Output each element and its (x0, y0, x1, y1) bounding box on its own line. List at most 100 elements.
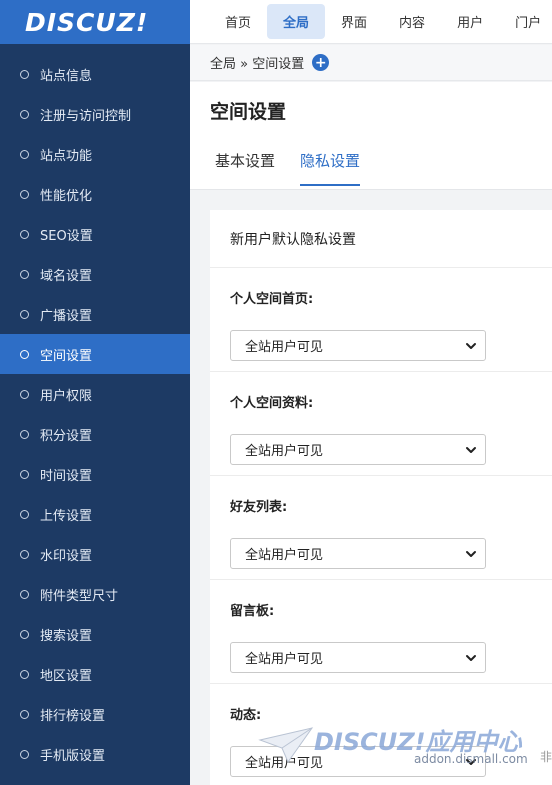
circle-bullet-icon (20, 549, 29, 559)
circle-bullet-icon (20, 269, 29, 279)
logo[interactable]: DISCUZ! (0, 0, 190, 44)
circle-bullet-icon (20, 349, 29, 359)
field-list: 个人空间首页: 全站用户可见 个人空间资料: 全站用户可见 好友列表: 全站用户可见 留言板… (210, 268, 552, 785)
top-nav-item[interactable]: 用户 (441, 4, 499, 39)
sidebar-item[interactable]: 域名设置 (0, 254, 190, 294)
top-nav-item[interactable]: 门户 (499, 4, 552, 39)
sidebar-item-label: 空间设置 (40, 348, 93, 364)
top-nav-item[interactable]: 首页 (209, 4, 267, 39)
sidebar-item-label: 站点信息 (40, 68, 93, 84)
visibility-select[interactable]: 全站用户可见 (230, 642, 486, 673)
circle-bullet-icon (20, 309, 29, 319)
chevron-down-icon (466, 343, 476, 349)
privacy-field: 好友列表: 全站用户可见 (210, 476, 552, 580)
sidebar-item[interactable]: 广播设置 (0, 294, 190, 334)
circle-bullet-icon (20, 189, 29, 199)
sidebar-item-label: 上传设置 (40, 508, 93, 524)
circle-bullet-icon (20, 709, 29, 719)
breadcrumb-text: 全局 » 空间设置 (210, 57, 305, 72)
breadcrumb: 全局 » 空间设置 + (190, 45, 552, 81)
sidebar-item[interactable]: 空间设置 (0, 334, 190, 374)
circle-bullet-icon (20, 429, 29, 439)
sidebar-item-label: 广播设置 (40, 308, 93, 324)
top-nav: 首页 全局 界面 内容 用户 门户 (190, 0, 552, 44)
field-label: 个人空间首页: (230, 292, 314, 307)
sidebar-item[interactable]: 性能优化 (0, 174, 190, 214)
sidebar-item[interactable]: 水印设置 (0, 534, 190, 574)
sidebar-item[interactable]: 手机版设置 (0, 734, 190, 774)
circle-bullet-icon (20, 149, 29, 159)
circle-bullet-icon (20, 629, 29, 639)
sidebar-item-label: 排行榜设置 (40, 708, 106, 724)
sidebar-item[interactable]: 时间设置 (0, 454, 190, 494)
page-header: 空间设置 基本设置 隐私设置 (190, 82, 552, 190)
sidebar-item-label: 搜索设置 (40, 628, 93, 644)
sidebar-item[interactable]: 附件类型尺寸 (0, 574, 190, 614)
sidebar-item[interactable]: 注册与访问控制 (0, 94, 190, 134)
privacy-field: 动态: 全站用户可见 (210, 684, 552, 785)
select-value: 全站用户可见 (245, 444, 324, 459)
circle-bullet-icon (20, 589, 29, 599)
sidebar-item[interactable]: 上传设置 (0, 494, 190, 534)
sidebar-item[interactable]: 用户权限 (0, 374, 190, 414)
plus-circle-icon[interactable]: + (312, 54, 330, 71)
sidebar-item-label: 积分设置 (40, 428, 93, 444)
select-value: 全站用户可见 (245, 340, 324, 355)
tab-bar: 基本设置 隐私设置 (215, 150, 385, 186)
select-value: 全站用户可见 (245, 652, 324, 667)
top-nav-item[interactable]: 内容 (383, 4, 441, 39)
sidebar-item-label: 地区设置 (40, 668, 93, 684)
sidebar-item-label: 用户权限 (40, 388, 93, 404)
field-label: 动态: (230, 708, 262, 723)
circle-bullet-icon (20, 229, 29, 239)
visibility-select[interactable]: 全站用户可见 (230, 330, 486, 361)
sidebar-item[interactable]: 地区设置 (0, 654, 190, 694)
sidebar-item[interactable]: 搜索设置 (0, 614, 190, 654)
sidebar-item-label: 水印设置 (40, 548, 93, 564)
visibility-select[interactable]: 全站用户可见 (230, 538, 486, 569)
sidebar-item-label: 站点功能 (40, 148, 93, 164)
sidebar-item-label: 域名设置 (40, 268, 93, 284)
top-nav-item[interactable]: 界面 (325, 4, 383, 39)
circle-bullet-icon (20, 749, 29, 759)
settings-panel: 新用户默认隐私设置 个人空间首页: 全站用户可见 个人空间资料: 全站用户可见 好友列表… (210, 210, 552, 785)
sidebar-item[interactable]: SEO设置 (0, 214, 190, 254)
page-title: 空间设置 (210, 101, 287, 123)
privacy-field: 留言板: 全站用户可见 (210, 580, 552, 684)
sidebar-item-label: 附件类型尺寸 (40, 588, 119, 604)
field-label: 好友列表: (230, 500, 288, 515)
logo-text: DISCUZ! (25, 7, 149, 37)
privacy-field: 个人空间资料: 全站用户可见 (210, 372, 552, 476)
field-label: 个人空间资料: (230, 396, 314, 411)
circle-bullet-icon (20, 109, 29, 119)
sidebar-item[interactable]: 排行榜设置 (0, 694, 190, 734)
sidebar-item[interactable]: 站点信息 (0, 54, 190, 94)
sidebar-item-label: 注册与访问控制 (40, 108, 132, 124)
sidebar-item-label: SEO设置 (40, 228, 93, 244)
sidebar-item-label: 手机版设置 (40, 748, 106, 764)
sidebar-item[interactable]: 站点功能 (0, 134, 190, 174)
sidebar-item[interactable]: 积分设置 (0, 414, 190, 454)
chevron-down-icon (466, 759, 476, 765)
select-value: 全站用户可见 (245, 548, 324, 563)
circle-bullet-icon (20, 669, 29, 679)
tab[interactable]: 基本设置 (215, 150, 275, 186)
circle-bullet-icon (20, 69, 29, 79)
top-nav-item[interactable]: 全局 (267, 4, 326, 39)
sidebar-item-label: 时间设置 (40, 468, 93, 484)
circle-bullet-icon (20, 509, 29, 519)
chevron-down-icon (466, 447, 476, 453)
privacy-field: 个人空间首页: 全站用户可见 (210, 268, 552, 372)
visibility-select[interactable]: 全站用户可见 (230, 434, 486, 465)
sidebar-menu: 站点信息注册与访问控制 站点功能性能优化 SEO设置域名设置广播设置空间设置用户权限… (0, 44, 190, 774)
chevron-down-icon (466, 551, 476, 557)
visibility-select[interactable]: 全站用户可见 (230, 746, 486, 777)
sidebar: DISCUZ! 站点信息注册与访问控制 站点功能性能优化 SEO设置域名设置广播设置… (0, 0, 190, 785)
select-value: 全站用户可见 (245, 756, 324, 771)
circle-bullet-icon (20, 389, 29, 399)
field-label: 留言板: (230, 604, 275, 619)
panel-title: 新用户默认隐私设置 (210, 210, 552, 268)
tab[interactable]: 隐私设置 (300, 150, 361, 186)
chevron-down-icon (466, 655, 476, 661)
circle-bullet-icon (20, 469, 29, 479)
